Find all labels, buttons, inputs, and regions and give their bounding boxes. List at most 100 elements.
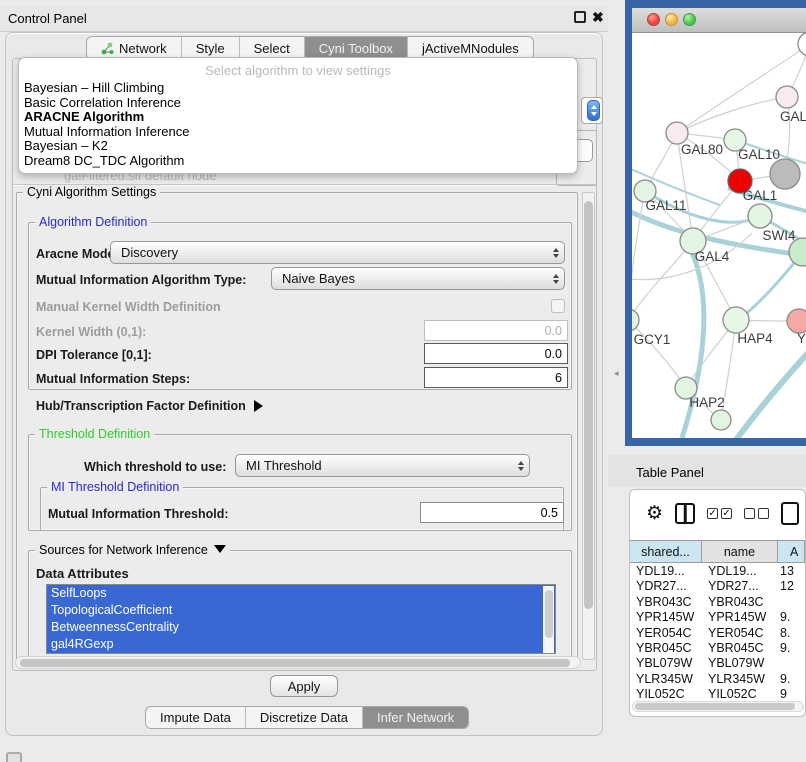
sources-title: Sources for Network Inference (35, 543, 230, 557)
network-node[interactable] (798, 33, 806, 56)
combo-arrows-icon (513, 461, 529, 471)
app-root: Control Panel ✖ Network Style Select Cyn… (0, 0, 806, 762)
select-all-columns-icon[interactable]: ✓ ✓ (707, 508, 732, 519)
aracne-mode-combo[interactable]: Discovery (110, 241, 565, 264)
tab-jactivemnodules[interactable]: jActiveMNodules (408, 37, 533, 59)
table-row[interactable]: YDR27...YDR27...12 (630, 579, 805, 594)
kernel-width-field[interactable]: 0.0 (424, 320, 568, 341)
network-node[interactable] (711, 410, 731, 430)
algorithm-option[interactable]: Mutual Information Inference (19, 125, 577, 140)
column-header-shared-name[interactable]: shared... (630, 541, 702, 562)
algorithm-option[interactable]: ARACNE Algorithm (19, 110, 577, 125)
show-columns-icon[interactable] (675, 503, 695, 524)
panel-title: Control Panel (8, 11, 87, 26)
apply-button[interactable]: Apply (270, 675, 338, 697)
network-window-titlebar[interactable] (632, 8, 806, 33)
table-row[interactable]: YPR145WYPR145W9. (630, 610, 805, 625)
deselect-all-columns-icon[interactable] (744, 508, 769, 519)
hub-definition-label: Hub/Transcription Factor Definition (36, 399, 246, 413)
table-row[interactable]: YER054CYER054C8. (630, 626, 805, 641)
which-threshold-value: MI Threshold (236, 458, 513, 473)
algorithm-option[interactable]: Bayesian – Hill Climbing (19, 81, 577, 96)
data-attribute-item[interactable]: BetweennessCentrality (47, 619, 555, 636)
table-row[interactable]: YBR043CYBR043C (630, 595, 805, 610)
tab-label: Infer Network (377, 710, 454, 725)
network-node[interactable] (723, 307, 749, 333)
settings-vertical-thumb[interactable] (584, 201, 593, 609)
float-panel-icon[interactable] (574, 11, 586, 23)
network-node[interactable] (748, 204, 772, 228)
settings-vertical-scrollbar[interactable] (582, 192, 595, 660)
mi-type-combo[interactable]: Naive Bayes (271, 267, 565, 290)
table-row[interactable]: YLR345WYLR345W9. (630, 672, 805, 687)
tab-select[interactable]: Select (240, 37, 305, 59)
attributes-scrollbar-thumb[interactable] (545, 590, 553, 638)
data-attribute-item[interactable]: gal4RGexp (47, 636, 555, 653)
aracne-mode-label: Aracne Mode: (36, 247, 119, 261)
settings-group-title: Cyni Algorithm Settings (23, 185, 160, 199)
table-horizontal-thumb[interactable] (635, 703, 795, 710)
algorithm-dropdown-list: Bayesian – Hill ClimbingBasic Correlatio… (19, 81, 577, 169)
minimize-window-icon[interactable] (665, 13, 678, 26)
data-attribute-item[interactable]: SelfLoops (47, 585, 555, 602)
table-cell: YIL052C (702, 687, 778, 702)
network-canvas[interactable]: GALGAL80GAL10GAL1GAL11SWI4GAL4GCY1HAP4YH… (632, 33, 806, 438)
gear-icon[interactable]: ⚙ (646, 504, 663, 523)
settings-horizontal-scrollbar[interactable] (15, 656, 581, 669)
data-attributes-label: Data Attributes (36, 566, 129, 581)
dpi-tolerance-label: DPI Tolerance [0,1]: (36, 348, 152, 362)
unchecked-checkbox-icon (744, 508, 755, 519)
column-header-name[interactable]: name (702, 541, 778, 562)
tab-style[interactable]: Style (182, 37, 240, 59)
node-label: GAL (780, 109, 806, 124)
new-table-icon[interactable] (781, 502, 799, 525)
manual-kernel-checkbox[interactable] (551, 299, 565, 313)
tab-discretize-data[interactable]: Discretize Data (246, 707, 363, 728)
dpi-tolerance-field[interactable]: 0.0 (424, 343, 568, 364)
tab-network[interactable]: Network (87, 37, 182, 59)
mi-threshold-field[interactable]: 0.5 (420, 502, 564, 523)
mi-type-value: Naive Bayes (272, 271, 548, 286)
mi-steps-field[interactable]: 6 (424, 367, 568, 388)
data-attribute-item[interactable]: TopologicalCoefficient (47, 602, 555, 619)
tab-label: Select (254, 41, 290, 56)
tab-impute-data[interactable]: Impute Data (146, 707, 246, 728)
tab-infer-network[interactable]: Infer Network (363, 707, 468, 728)
network-node[interactable] (632, 309, 639, 331)
network-node[interactable] (776, 86, 798, 108)
algorithm-option[interactable]: Bayesian – K2 (19, 139, 577, 154)
hub-definition-expander[interactable]: Hub/Transcription Factor Definition (36, 399, 263, 413)
table-row[interactable]: YBL079WYBL079W (630, 656, 805, 671)
algorithm-combo-button[interactable] (581, 97, 603, 124)
node-label: GAL4 (695, 249, 730, 264)
network-node[interactable] (666, 122, 688, 144)
close-window-icon[interactable] (647, 13, 660, 26)
table-row[interactable]: YBR045CYBR045C9. (630, 641, 805, 656)
algorithm-option[interactable]: Basic Correlation Inference (19, 96, 577, 111)
table-cell: YBL079W (702, 656, 778, 671)
close-panel-icon[interactable]: ✖ (592, 9, 604, 26)
which-threshold-combo[interactable]: MI Threshold (235, 454, 530, 477)
data-attributes-list[interactable]: SelfLoopsTopologicalCoefficientBetweenne… (46, 584, 556, 654)
algorithm-option[interactable]: Dream8 DC_TDC Algorithm (19, 154, 577, 169)
threshold-definition-title: Threshold Definition (35, 427, 154, 441)
bottom-tabbar: Impute Data Discretize Data Infer Networ… (145, 706, 469, 729)
table-row[interactable]: YIL052CYIL052C9 (630, 687, 805, 702)
collapse-arrow-icon[interactable] (214, 545, 226, 553)
zoom-window-icon[interactable] (683, 13, 696, 26)
minimized-panel-icon[interactable] (6, 752, 22, 762)
network-view-window: GALGAL80GAL10GAL1GAL11SWI4GAL4GCY1HAP4YH… (625, 0, 806, 446)
column-header-partial[interactable]: A (778, 541, 805, 562)
table-cell: YDR27... (630, 579, 702, 594)
table-horizontal-scrollbar[interactable] (632, 701, 804, 712)
tab-cyni-toolbox[interactable]: Cyni Toolbox (305, 37, 408, 59)
panel-splitter-handle[interactable]: ◂ (614, 368, 620, 378)
checked-checkbox-icon: ✓ (707, 508, 718, 519)
network-node[interactable] (770, 159, 800, 189)
settings-horizontal-thumb[interactable] (20, 659, 570, 667)
mi-threshold-definition-title: MI Threshold Definition (47, 480, 183, 494)
attributes-scrollbar[interactable] (543, 586, 554, 654)
table-row[interactable]: YDL19...YDL19...13 (630, 564, 805, 579)
network-node[interactable] (787, 309, 806, 333)
network-tab-icon (101, 42, 114, 55)
